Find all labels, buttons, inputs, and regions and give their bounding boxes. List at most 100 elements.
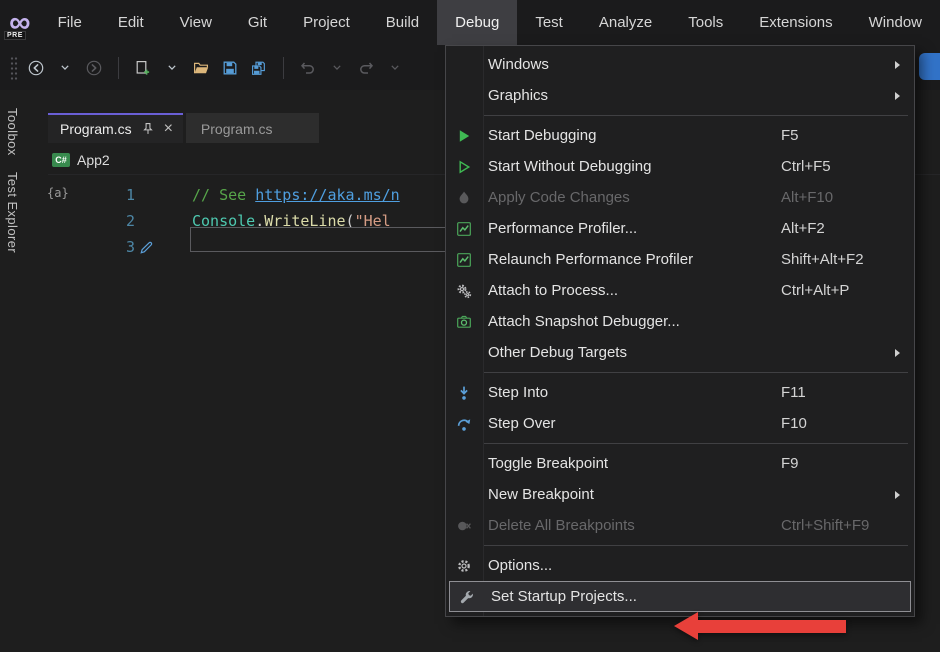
menu-shortcut: Ctrl+Shift+F9 <box>781 517 869 534</box>
outline-margin-glyph: {a} <box>47 186 69 200</box>
menu-item-label: Apply Code Changes <box>488 189 630 206</box>
menu-item-step-over[interactable]: Step Over F10 <box>446 408 914 439</box>
csharp-project-icon: C# <box>52 153 70 167</box>
menu-item-tools[interactable]: Tools <box>670 0 741 45</box>
forward-arrow-icon[interactable] <box>84 56 104 80</box>
chevron-down-icon[interactable] <box>55 56 75 80</box>
menu-item-view[interactable]: View <box>162 0 230 45</box>
menu-separator <box>484 545 908 546</box>
debug-menu: Windows Graphics Start DebuggingF5Start Wi… <box>445 45 915 617</box>
line-number: 1 <box>25 186 137 204</box>
menu-item-graphics[interactable]: Graphics <box>446 80 914 111</box>
menu-item-toggle-breakpoint[interactable]: Toggle BreakpointF9 <box>446 448 914 479</box>
start-without-debugging-icon <box>446 159 482 175</box>
menu-shortcut: Alt+F2 <box>781 220 825 237</box>
menu-item-label: Windows <box>488 56 549 73</box>
toolbar-edge-icon[interactable] <box>919 53 940 80</box>
menu-item-debug[interactable]: Debug <box>437 0 517 45</box>
back-arrow-icon[interactable] <box>26 56 46 80</box>
document-tabs: Program.cs× Program.cs <box>48 113 319 143</box>
menu-item-apply-code-changes[interactable]: Apply Code ChangesAlt+F10 <box>446 182 914 213</box>
menu-item-options[interactable]: Options... <box>446 550 914 581</box>
apply-code-changes-icon <box>446 190 482 206</box>
menu-shortcut: F10 <box>781 415 807 432</box>
menu-item-analyze[interactable]: Analyze <box>581 0 670 45</box>
menu-item-set-startup-projects[interactable]: Set Startup Projects... <box>449 581 911 612</box>
menu-item-label: Step Over <box>488 415 556 432</box>
menu-item-performance-profiler[interactable]: Performance Profiler... Alt+F2 <box>446 213 914 244</box>
new-item-icon[interactable] <box>133 56 153 80</box>
chevron-down-icon[interactable] <box>385 56 405 80</box>
side-strip: Toolbox Test Explorer <box>0 90 25 652</box>
visual-studio-logo: ∞ PRE <box>0 0 40 45</box>
menu-item-project[interactable]: Project <box>285 0 368 45</box>
tab-label: Program.cs <box>201 121 273 137</box>
submenu-arrow-icon <box>895 92 900 100</box>
snapshot-debugger-icon <box>446 314 482 330</box>
menu-item-file[interactable]: File <box>40 0 100 45</box>
chevron-down-icon[interactable] <box>327 56 347 80</box>
code-text: // See https://aka.ms/n <box>192 186 400 204</box>
step-into-icon <box>446 385 482 401</box>
menu-item-delete-all-breakpoints[interactable]: Delete All Breakpoints Ctrl+Shift+F9 <box>446 510 914 541</box>
menu-item-label: Start Debugging <box>488 127 596 144</box>
menu-separator <box>484 443 908 444</box>
menu-item-attach-snapshot-debugger[interactable]: Attach Snapshot Debugger... <box>446 306 914 337</box>
menu-separator <box>484 372 908 373</box>
menu-item-label: Delete All Breakpoints <box>488 517 635 534</box>
menu-item-other-debug-targets[interactable]: Other Debug Targets <box>446 337 914 368</box>
toolbar-drag-grip[interactable] <box>10 55 18 81</box>
line-number: 3 <box>25 238 137 256</box>
menu-item-test[interactable]: Test <box>517 0 581 45</box>
close-icon[interactable]: × <box>164 121 173 137</box>
menu-item-label: Set Startup Projects... <box>491 588 637 605</box>
menu-item-label: Step Into <box>488 384 548 401</box>
menu-item-windows[interactable]: Windows <box>446 49 914 80</box>
menu-item-label: Options... <box>488 557 552 574</box>
inline-suggestion-box <box>190 227 457 252</box>
delete-breakpoints-icon <box>446 518 482 534</box>
menu-item-label: Toggle Breakpoint <box>488 455 608 472</box>
menu-item-start-debugging[interactable]: Start DebuggingF5 <box>446 120 914 151</box>
side-tab-test-explorer[interactable]: Test Explorer <box>5 172 20 253</box>
save-icon[interactable] <box>220 56 240 80</box>
attach-process-icon <box>446 283 482 299</box>
submenu-arrow-icon <box>895 349 900 357</box>
menu-item-attach-to-process[interactable]: Attach to Process... Ctrl+Alt+P <box>446 275 914 306</box>
pen-icon <box>139 240 154 255</box>
set-startup-icon <box>449 589 485 605</box>
chevron-down-icon[interactable] <box>162 56 182 80</box>
breadcrumb-project[interactable]: App2 <box>77 152 110 168</box>
line-margin <box>137 240 192 255</box>
menu-item-git[interactable]: Git <box>230 0 285 45</box>
menu-item-new-breakpoint[interactable]: New Breakpoint <box>446 479 914 510</box>
menu-shortcut: Ctrl+Alt+P <box>781 282 849 299</box>
redo-icon[interactable] <box>356 56 376 80</box>
menu-item-relaunch-performance-profiler[interactable]: Relaunch Performance ProfilerShift+Alt+F… <box>446 244 914 275</box>
open-folder-icon[interactable] <box>191 56 211 80</box>
preview-badge: PRE <box>4 31 26 40</box>
menu-shortcut: Ctrl+F5 <box>781 158 831 175</box>
menu-item-build[interactable]: Build <box>368 0 437 45</box>
step-over-icon <box>446 416 482 432</box>
save-all-icon[interactable] <box>249 56 269 80</box>
submenu-arrow-icon <box>895 491 900 499</box>
toolbar-separator <box>118 57 119 79</box>
menu-item-edit[interactable]: Edit <box>100 0 162 45</box>
pin-icon[interactable] <box>141 122 155 136</box>
menu-item-label: Performance Profiler... <box>488 220 637 237</box>
menu-item-window[interactable]: Window <box>851 0 940 45</box>
tab-program-cs[interactable]: Program.cs× <box>48 113 183 143</box>
undo-icon[interactable] <box>298 56 318 80</box>
menu-item-label: Relaunch Performance Profiler <box>488 251 693 268</box>
menu-item-label: Graphics <box>488 87 548 104</box>
arrow-shaft <box>698 620 846 633</box>
tab-program-cs[interactable]: Program.cs <box>186 113 319 143</box>
menu-item-extensions[interactable]: Extensions <box>741 0 850 45</box>
relaunch-profiler-icon <box>446 252 482 268</box>
menu-item-label: Attach to Process... <box>488 282 618 299</box>
side-tab-toolbox[interactable]: Toolbox <box>5 108 20 156</box>
menu-item-start-without-debugging[interactable]: Start Without DebuggingCtrl+F5 <box>446 151 914 182</box>
submenu-arrow-icon <box>895 61 900 69</box>
menu-item-step-into[interactable]: Step IntoF11 <box>446 377 914 408</box>
